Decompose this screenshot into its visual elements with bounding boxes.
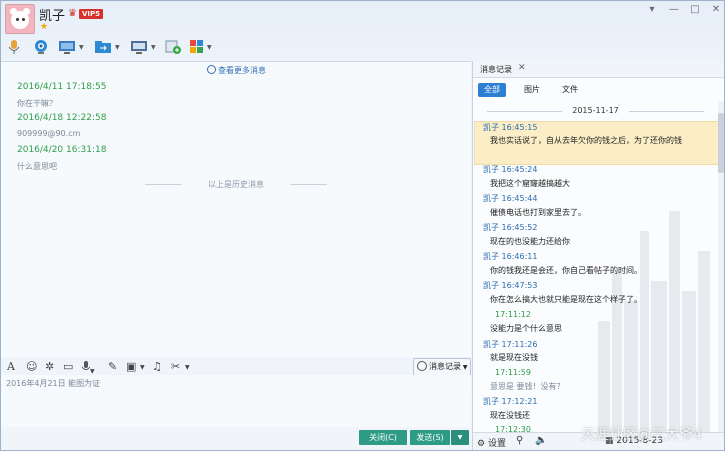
- record-time: 凯子 16:45:24: [483, 165, 538, 174]
- record-text: 你的钱我还是会还，你自己看帖子的时间。: [490, 266, 642, 275]
- gear-icon: ⚙: [477, 439, 486, 449]
- close-icon[interactable]: ✕: [518, 63, 526, 73]
- record-time: 17:11:59: [495, 368, 531, 377]
- maximize-button[interactable]: □: [686, 4, 704, 15]
- history-time: 2016/4/18 12:22:58: [17, 113, 107, 123]
- history-message: 你在干嘛？: [17, 99, 57, 108]
- filter-all[interactable]: 全部: [478, 83, 506, 97]
- history-message: 什么意思吧: [17, 162, 57, 171]
- minimize-button[interactable]: —: [665, 4, 683, 15]
- clock-icon: [417, 361, 427, 371]
- remote-desktop-icon[interactable]: ▼: [130, 39, 156, 55]
- records-date: 2015-11-17: [473, 106, 718, 115]
- scrollbar-thumb[interactable]: [718, 113, 724, 173]
- history-time: 2016/4/20 16:31:18: [17, 145, 107, 155]
- record-time: 凯子 17:11:26: [483, 340, 538, 349]
- crown-icon: ♛: [68, 8, 77, 19]
- message-input[interactable]: 2016年4月21日 能图为证: [1, 375, 471, 427]
- message-records-panel: 消息记录 ✕ 全部 图片 文件 2015-11-17 凯子 16:45:15 我…: [472, 61, 724, 450]
- send-button[interactable]: 发送(S): [410, 430, 450, 445]
- record-text: 就是现在没钱: [490, 353, 538, 362]
- watermark: 天涯社区@三大爷4: [581, 427, 702, 443]
- record-text: 没能力是个什么意思: [490, 324, 562, 333]
- record-text: 现在的也没能力还给你: [490, 237, 570, 246]
- record-time: 17:11:12: [495, 310, 531, 319]
- close-window-button[interactable]: ✕: [707, 4, 724, 15]
- scissors-icon[interactable]: ✂: [171, 360, 180, 374]
- close-button[interactable]: 关闭(C): [359, 430, 407, 445]
- create-group-icon[interactable]: [165, 39, 181, 55]
- record-text: 你在怎么搞大也就只能是现在这个样子了。: [490, 295, 642, 304]
- record-time: 凯子 16:45:52: [483, 223, 538, 232]
- record-time: 凯子 16:46:11: [483, 252, 538, 261]
- filter-files[interactable]: 文件: [556, 83, 584, 97]
- shake-icon[interactable]: ✲: [45, 360, 54, 374]
- vip-badge[interactable]: VIP5: [79, 9, 104, 19]
- settings-button[interactable]: ⚙ 设置: [477, 436, 506, 449]
- file-transfer-icon[interactable]: ▼: [94, 39, 120, 55]
- video-camera-icon[interactable]: [33, 39, 49, 55]
- message-history-button[interactable]: 消息记录 ▼: [413, 358, 471, 376]
- clock-icon: [207, 65, 216, 74]
- emoji-icon[interactable]: ☺: [26, 360, 37, 374]
- chat-history-panel: 查看更多消息 2016/4/11 17:18:55 你在干嘛？ 2016/4/1…: [1, 61, 471, 357]
- screenshot-icon[interactable]: ▭: [63, 360, 73, 374]
- record-text: 意思是 要钱！没有？: [490, 382, 565, 391]
- menu-icon[interactable]: ▾: [643, 4, 661, 15]
- filter-images[interactable]: 图片: [518, 83, 546, 97]
- history-message: 909999@90.cm: [17, 129, 81, 138]
- voice-message-icon[interactable]: ▼: [81, 361, 95, 375]
- apps-icon[interactable]: ▼: [190, 39, 212, 55]
- view-more-messages-link[interactable]: 查看更多消息: [207, 65, 266, 76]
- input-text: 2016年4月21日 能图为证: [6, 379, 101, 388]
- record-time: 凯子 16:45:15: [483, 123, 538, 132]
- record-time: 凯子 16:47:53: [483, 281, 538, 290]
- history-time: 2016/4/11 17:18:55: [17, 82, 107, 92]
- record-time: 凯子 16:45:44: [483, 194, 538, 203]
- chat-window: 凯子 ♛ VIP5 ★ ▾ — □ ✕ ▼ ▼ ▼ ▼ 查看更多消息 2016/…: [0, 0, 725, 451]
- music-icon[interactable]: ♫: [152, 360, 162, 374]
- edit-icon[interactable]: ✎: [108, 360, 117, 374]
- speaker-icon[interactable]: 🔈: [535, 435, 547, 446]
- record-time: 凯子 17:12:21: [483, 397, 538, 406]
- microphone-icon[interactable]: [8, 39, 20, 55]
- screen-share-icon[interactable]: ▼: [58, 39, 84, 55]
- record-text: 现在没钱还: [490, 411, 530, 420]
- records-scrollbar[interactable]: [718, 101, 724, 446]
- history-separator: 以上是历史消息: [145, 179, 327, 190]
- records-tab-bar: 消息记录 ✕: [473, 61, 724, 78]
- send-options-button[interactable]: ▼: [451, 430, 469, 445]
- tab-message-records[interactable]: 消息记录: [480, 64, 512, 75]
- record-text: 我把这个窟窿越搞越大: [490, 179, 570, 188]
- record-text: 催债电话也打到家里去了。: [490, 208, 586, 217]
- star-icon: ★: [40, 22, 49, 32]
- search-icon[interactable]: ⚲: [516, 435, 523, 446]
- font-icon[interactable]: A: [7, 360, 15, 374]
- record-text: 我也实话说了，自从去年欠你的钱之后，为了还你的钱: [490, 136, 682, 145]
- image-icon[interactable]: ▣: [126, 360, 136, 374]
- avatar[interactable]: [5, 4, 35, 34]
